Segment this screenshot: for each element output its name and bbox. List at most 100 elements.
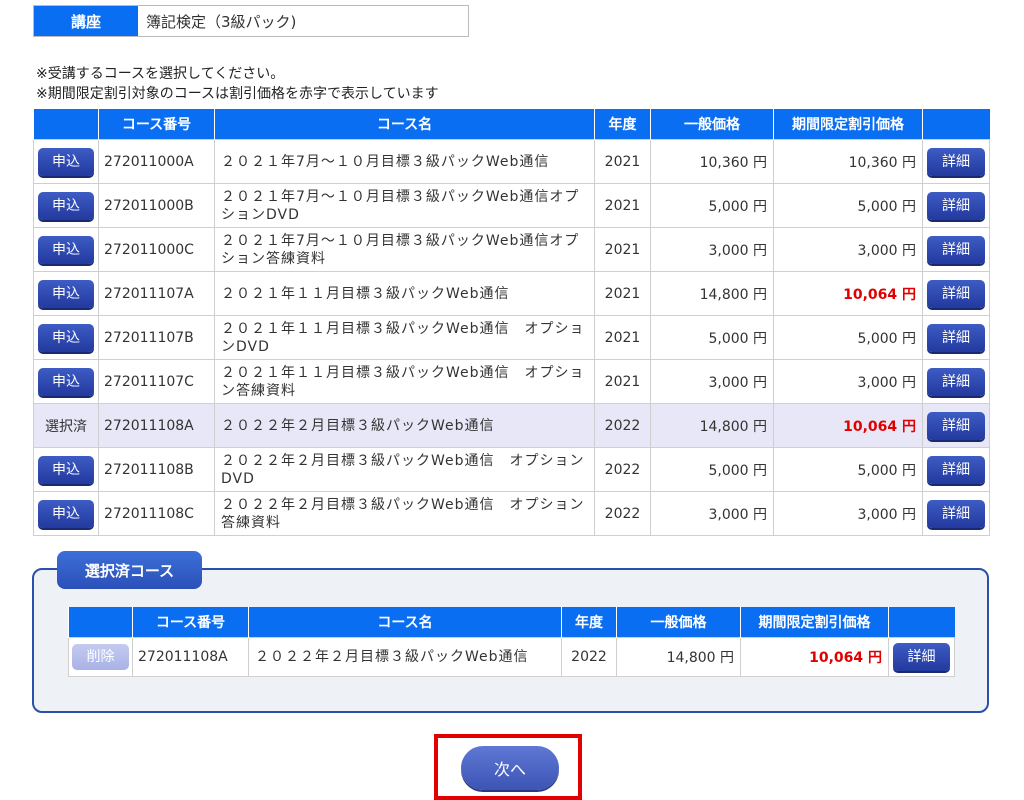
header-regular-price: 一般価格 — [616, 607, 741, 638]
header-detail — [888, 607, 955, 638]
regular-price: 5,000 円 — [650, 315, 774, 360]
selected-course-table: コース番号 コース名 年度 一般価格 期間限定割引価格 削除 272011108… — [68, 607, 955, 677]
detail-button[interactable]: 詳細 — [927, 323, 985, 352]
discount-price: 3,000 円 — [773, 491, 923, 536]
course-name: ２０２２年２月目標３級パックWeb通信 オプション答練資料 — [214, 491, 595, 536]
regular-price: 3,000 円 — [650, 227, 774, 272]
apply-button[interactable]: 申込 — [38, 235, 94, 264]
course-year: 2022 — [561, 637, 617, 677]
course-year: 2021 — [594, 183, 651, 228]
discount-price: 10,064 円 — [773, 271, 923, 316]
course-code: 272011000A — [98, 139, 215, 184]
header-action — [68, 607, 133, 638]
course-code: 272011108A — [132, 637, 249, 677]
course-table-header: コース番号 コース名 年度 一般価格 期間限定割引価格 — [33, 109, 990, 140]
course-name: ２０２１年１１月目標３級パックWeb通信 オプション答練資料 — [214, 359, 595, 404]
instruction-line-2: ※期間限定割引対象のコースは割引価格を赤字で表示しています — [36, 86, 439, 102]
discount-price: 5,000 円 — [773, 183, 923, 228]
table-row: 申込 272011000C ２０２１年7月～１０月目標３級パックWeb通信オプシ… — [33, 227, 990, 272]
header-course-code: コース番号 — [98, 109, 215, 140]
regular-price: 5,000 円 — [650, 183, 774, 228]
header-year: 年度 — [594, 109, 651, 140]
regular-price: 3,000 円 — [650, 359, 774, 404]
selected-table-header: コース番号 コース名 年度 一般価格 期間限定割引価格 — [68, 607, 955, 638]
discount-price: 3,000 円 — [773, 359, 923, 404]
detail-button[interactable]: 詳細 — [927, 367, 985, 396]
selected-courses-title: 選択済コース — [57, 551, 202, 589]
table-row: 申込 272011108B ２０２２年２月目標３級パックWeb通信 オプションD… — [33, 447, 990, 492]
discount-price: 10,360 円 — [773, 139, 923, 184]
detail-button[interactable]: 詳細 — [927, 455, 985, 484]
header-detail — [922, 109, 990, 140]
course-year: 2022 — [594, 447, 651, 492]
course-name: ２０２２年２月目標３級パックWeb通信 — [248, 637, 562, 677]
header-course-name: コース名 — [248, 607, 562, 638]
course-year: 2021 — [594, 271, 651, 316]
apply-button[interactable]: 申込 — [38, 147, 94, 176]
course-category-label: 講座 — [34, 6, 138, 36]
discount-price: 10,064 円 — [773, 403, 923, 448]
regular-price: 10,360 円 — [650, 139, 774, 184]
discount-price: 5,000 円 — [773, 447, 923, 492]
course-name: ２０２２年２月目標３級パックWeb通信 — [214, 403, 595, 448]
delete-button[interactable]: 削除 — [72, 644, 129, 670]
course-year: 2021 — [594, 139, 651, 184]
detail-button[interactable]: 詳細 — [927, 147, 985, 176]
instructions: ※受講するコースを選択してください。 ※期間限定割引対象のコースは割引価格を赤字… — [36, 64, 439, 104]
course-code: 272011107C — [98, 359, 215, 404]
regular-price: 14,800 円 — [616, 637, 741, 677]
course-name: ２０２１年7月～１０月目標３級パックWeb通信オプションDVD — [214, 183, 595, 228]
table-row: 申込 272011107C ２０２１年１１月目標３級パックWeb通信 オプション… — [33, 359, 990, 404]
header-discount-price: 期間限定割引価格 — [773, 109, 923, 140]
discount-price: 10,064 円 — [740, 637, 889, 677]
detail-button[interactable]: 詳細 — [927, 191, 985, 220]
course-year: 2022 — [594, 491, 651, 536]
course-code: 272011108A — [98, 403, 215, 448]
next-button[interactable]: 次へ — [461, 746, 559, 790]
course-year: 2021 — [594, 227, 651, 272]
regular-price: 14,800 円 — [650, 403, 774, 448]
course-name: ２０２１年7月～１０月目標３級パックWeb通信オプション答練資料 — [214, 227, 595, 272]
table-row-selected: 選択済 272011108A ２０２２年２月目標３級パックWeb通信 2022 … — [33, 403, 990, 448]
discount-price: 3,000 円 — [773, 227, 923, 272]
detail-button[interactable]: 詳細 — [927, 411, 985, 440]
apply-button[interactable]: 申込 — [38, 367, 94, 396]
detail-button[interactable]: 詳細 — [927, 235, 985, 264]
course-name: ２０２１年１１月目標３級パックWeb通信 オプションDVD — [214, 315, 595, 360]
course-code: 272011108C — [98, 491, 215, 536]
selected-status: 選択済 — [33, 403, 99, 448]
header-course-name: コース名 — [214, 109, 595, 140]
course-code: 272011107A — [98, 271, 215, 316]
course-table: コース番号 コース名 年度 一般価格 期間限定割引価格 申込 272011000… — [33, 109, 990, 536]
table-row: 申込 272011000B ２０２１年7月～１０月目標３級パックWeb通信オプシ… — [33, 183, 990, 228]
regular-price: 5,000 円 — [650, 447, 774, 492]
course-code: 272011107B — [98, 315, 215, 360]
table-row: 申込 272011107A ２０２１年１１月目標３級パックWeb通信 2021 … — [33, 271, 990, 316]
apply-button[interactable]: 申込 — [38, 323, 94, 352]
course-year: 2021 — [594, 359, 651, 404]
header-action — [33, 109, 99, 140]
apply-button[interactable]: 申込 — [38, 455, 94, 484]
regular-price: 14,800 円 — [650, 271, 774, 316]
selected-row: 削除 272011108A ２０２２年２月目標３級パックWeb通信 2022 1… — [68, 637, 955, 677]
course-code: 272011000B — [98, 183, 215, 228]
detail-button[interactable]: 詳細 — [893, 643, 950, 671]
discount-price: 5,000 円 — [773, 315, 923, 360]
detail-button[interactable]: 詳細 — [927, 499, 985, 528]
instruction-line-1: ※受講するコースを選択してください。 — [36, 66, 285, 82]
course-name: ２０２１年１１月目標３級パックWeb通信 — [214, 271, 595, 316]
table-row: 申込 272011107B ２０２１年１１月目標３級パックWeb通信 オプション… — [33, 315, 990, 360]
table-row: 申込 272011000A ２０２１年7月～１０月目標３級パックWeb通信 20… — [33, 139, 990, 184]
course-category-box: 講座 簿記検定（3級パック) — [33, 5, 469, 37]
header-course-code: コース番号 — [132, 607, 249, 638]
course-name: ２０２１年7月～１０月目標３級パックWeb通信 — [214, 139, 595, 184]
table-row: 申込 272011108C ２０２２年２月目標３級パックWeb通信 オプション答… — [33, 491, 990, 536]
course-category-value: 簿記検定（3級パック) — [138, 6, 468, 36]
apply-button[interactable]: 申込 — [38, 279, 94, 308]
detail-button[interactable]: 詳細 — [927, 279, 985, 308]
apply-button[interactable]: 申込 — [38, 191, 94, 220]
apply-button[interactable]: 申込 — [38, 499, 94, 528]
header-regular-price: 一般価格 — [650, 109, 774, 140]
course-name: ２０２２年２月目標３級パックWeb通信 オプションDVD — [214, 447, 595, 492]
course-code: 272011000C — [98, 227, 215, 272]
